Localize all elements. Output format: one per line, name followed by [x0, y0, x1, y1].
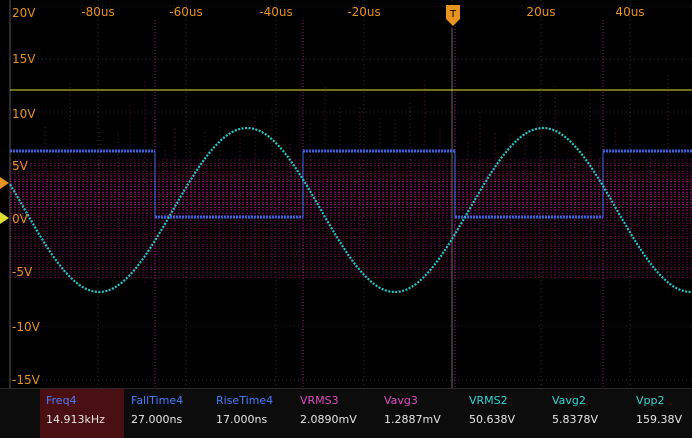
measurement-value: 17.000ns	[216, 413, 268, 426]
oscilloscope-screen: -80us -60us -40us -20us 20us 40us 20V 15…	[0, 0, 692, 438]
measurement-name: Vavg3	[384, 394, 418, 407]
measurement-name: Vpp2	[636, 394, 665, 407]
measurement-bar: Freq4 14.913kHz FallTime4 27.000ns RiseT…	[0, 388, 692, 438]
time-label-minus-20: -20us	[347, 5, 381, 19]
measurement-falltime4[interactable]: FallTime4 27.000ns	[125, 389, 209, 438]
ch3-level-marker-icon[interactable]	[0, 177, 9, 189]
volt-label-minus-15: -15V	[12, 373, 40, 387]
measurement-value: 14.913kHz	[46, 413, 105, 426]
trigger-marker-icon: T	[446, 5, 460, 26]
volt-label-20: 20V	[12, 6, 36, 20]
volt-label-5: 5V	[12, 159, 28, 173]
waveform-display[interactable]	[0, 0, 692, 388]
measurement-vpp2[interactable]: Vpp2 159.38V	[630, 389, 692, 438]
measurement-name: RiseTime4	[216, 394, 274, 407]
time-label-minus-80: -80us	[81, 5, 115, 19]
measurement-vavg2[interactable]: Vavg2 5.8378V	[546, 389, 630, 438]
volt-label-15: 15V	[12, 52, 36, 66]
measurement-vrms2[interactable]: VRMS2 50.638V	[463, 389, 547, 438]
measurement-value: 2.0890mV	[300, 413, 357, 426]
measurement-name: Vavg2	[552, 394, 586, 407]
time-label-20: 20us	[526, 5, 556, 19]
measurement-freq4[interactable]: Freq4 14.913kHz	[40, 389, 124, 438]
measurement-risetime4[interactable]: RiseTime4 17.000ns	[210, 389, 294, 438]
volt-label-10: 10V	[12, 107, 36, 121]
trigger-marker-letter: T	[449, 9, 457, 20]
measurement-value: 50.638V	[469, 413, 516, 426]
measurement-name: VRMS2	[469, 394, 508, 407]
time-label-minus-60: -60us	[169, 5, 203, 19]
measurement-value: 27.000ns	[131, 413, 183, 426]
measurement-name: FallTime4	[131, 394, 184, 407]
measurement-name: VRMS3	[300, 394, 339, 407]
volt-label-minus-10: -10V	[12, 320, 40, 334]
measurement-vavg3[interactable]: Vavg3 1.2887mV	[378, 389, 462, 438]
measurement-value: 159.38V	[636, 413, 683, 426]
trigger-position-marker[interactable]: T	[446, 5, 460, 27]
measurement-vrms3[interactable]: VRMS3 2.0890mV	[294, 389, 378, 438]
time-label-40: 40us	[615, 5, 645, 19]
measurement-name: Freq4	[46, 394, 77, 407]
time-label-minus-40: -40us	[259, 5, 293, 19]
measurement-value: 5.8378V	[552, 413, 599, 426]
volt-label-0: 0V	[12, 212, 28, 226]
measurement-value: 1.2887mV	[384, 413, 441, 426]
volt-label-minus-5: -5V	[12, 265, 33, 279]
ch-ground-marker-icon[interactable]	[0, 212, 9, 224]
